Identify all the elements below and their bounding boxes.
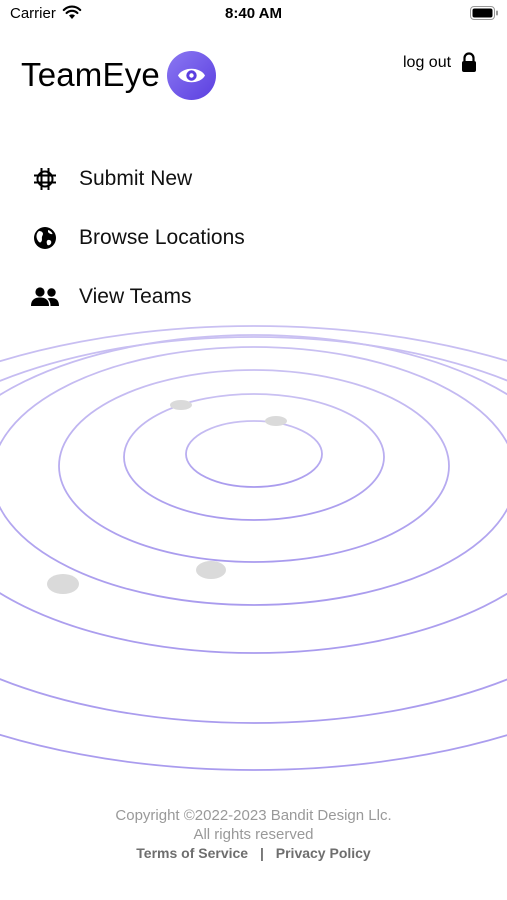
terms-of-service-link[interactable]: Terms of Service	[136, 845, 248, 861]
globe-icon	[30, 223, 60, 253]
radar-graphic	[0, 325, 507, 771]
menu-item-label: View Teams	[79, 285, 192, 308]
eye-icon	[178, 68, 205, 83]
people-icon	[30, 282, 60, 312]
logout-button[interactable]: log out	[403, 52, 477, 73]
lock-icon	[462, 52, 477, 72]
radar-marker	[47, 574, 79, 594]
rights-text: All rights reserved	[193, 826, 314, 843]
menu-item-browse-locations[interactable]: Browse Locations	[30, 223, 245, 253]
footer-separator: |	[259, 845, 264, 861]
menu-item-view-teams[interactable]: View Teams	[30, 282, 191, 312]
radar-marker	[196, 561, 226, 579]
footer: Copyright ©2022-2023 Bandit Design Llc. …	[0, 806, 507, 863]
logout-label: log out	[403, 53, 452, 71]
privacy-policy-link[interactable]: Privacy Policy	[276, 845, 371, 861]
radar-marker	[265, 416, 287, 426]
status-bar: Carrier 8:40 AM	[0, 0, 507, 30]
footer-links: Terms of Service | Privacy Policy	[0, 844, 507, 863]
copyright-text: Copyright ©2022-2023 Bandit Design Llc.	[115, 807, 392, 824]
app-title: TeamEye	[21, 56, 160, 93]
status-time: 8:40 AM	[225, 5, 282, 22]
app-logo	[167, 51, 216, 100]
radar-marker	[170, 400, 192, 410]
menu-item-label: Browse Locations	[79, 226, 245, 249]
battery-icon	[470, 6, 499, 25]
crosshair-icon	[30, 164, 60, 194]
menu-item-label: Submit New	[79, 167, 193, 190]
menu-item-submit-new[interactable]: Submit New	[30, 164, 192, 194]
